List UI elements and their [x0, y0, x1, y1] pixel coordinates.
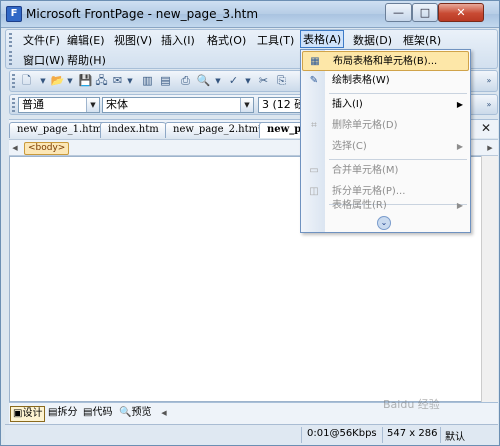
chevron-down-icon[interactable]: ▼	[126, 74, 134, 88]
menu-frames[interactable]: 框架(R)	[400, 31, 444, 49]
menu-view[interactable]: 视图(V)	[111, 31, 155, 49]
draw-table-icon: ✎	[309, 75, 319, 86]
tag-left-arrow-icon[interactable]: ◀	[10, 143, 20, 154]
chevron-down-icon[interactable]: ▼	[244, 74, 252, 88]
menu-item-label: 表格属性(R)	[332, 200, 387, 211]
chevron-down-icon[interactable]: ▼	[39, 74, 47, 88]
menu-item-label: 删除单元格(D)	[332, 120, 398, 131]
status-divider	[301, 427, 302, 443]
title-bar[interactable]: F Microsoft FrontPage - new_page_3.htm —…	[1, 1, 499, 28]
preview-icon[interactable]: 🔍	[196, 74, 211, 88]
menu-item-delete-cells[interactable]: ⌗ 删除单元格(D)	[302, 116, 469, 136]
close-tab-icon[interactable]: ✕	[479, 121, 493, 135]
font-dropdown[interactable]: 宋体 ▼	[102, 97, 254, 113]
menu-item-select[interactable]: 选择(C) ▶	[302, 137, 469, 157]
menu-item-table-properties[interactable]: 表格属性(R) ▶	[302, 196, 469, 216]
menu-help[interactable]: 帮助(H)	[64, 51, 109, 69]
code-view-button[interactable]: ▤代码	[81, 406, 114, 422]
spelling-icon[interactable]: ✓	[226, 74, 241, 88]
page-size: 547 x 286	[387, 428, 438, 439]
submenu-arrow-icon: ▶	[456, 201, 463, 210]
tab-new-page-1[interactable]: new_page_1.htm	[9, 122, 114, 138]
menu-window[interactable]: 窗口(W)	[20, 51, 67, 69]
submenu-arrow-icon: ▶	[456, 100, 463, 109]
new-page-icon[interactable]: 🗋	[19, 74, 34, 88]
menu-item-insert[interactable]: 插入(I) ▶	[302, 95, 469, 115]
menu-table[interactable]: 表格(A)	[300, 30, 345, 48]
mail-icon[interactable]: ✉	[110, 74, 125, 88]
menu-item-label: 合并单元格(M)	[332, 165, 399, 176]
toolbar-button-icon[interactable]: ▥	[140, 74, 155, 88]
font-value: 宋体	[106, 98, 128, 111]
menubar-grip-2[interactable]	[9, 51, 12, 66]
layout-table-icon: ▦	[310, 56, 320, 67]
chevron-down-icon[interactable]: ▼	[86, 98, 99, 112]
design-label: 设计	[22, 408, 43, 419]
copy-icon[interactable]: ⎘	[274, 74, 289, 88]
menubar-grip[interactable]	[9, 33, 12, 48]
menu-insert[interactable]: 插入(I)	[158, 31, 198, 49]
magnifier-icon: 🔍	[119, 407, 132, 418]
chevron-down-icon[interactable]: ▼	[214, 74, 222, 88]
submenu-arrow-icon: ▶	[456, 142, 463, 151]
menu-item-label: 绘制表格(W)	[332, 75, 390, 86]
menu-separator	[329, 93, 467, 94]
expand-menu-icon[interactable]: ⌄	[377, 216, 391, 230]
menu-item-layout-tables[interactable]: ▦ 布局表格和单元格(B)...	[302, 51, 469, 71]
menu-item-label: 布局表格和单元格(B)...	[333, 56, 438, 67]
style-dropdown[interactable]: 普通 ▼	[18, 97, 100, 113]
code-label: 代码	[92, 407, 113, 418]
menu-edit[interactable]: 编辑(E)	[64, 31, 108, 49]
menu-item-merge-cells[interactable]: ▭ 合并单元格(M)	[302, 161, 469, 181]
chevron-down-icon[interactable]: ▼	[66, 74, 74, 88]
cut-icon[interactable]: ✂	[256, 74, 271, 88]
delete-cells-icon: ⌗	[311, 120, 317, 131]
window-title: Microsoft FrontPage - new_page_3.htm	[26, 7, 259, 21]
split-label: 拆分	[57, 407, 78, 418]
toolbar-options-icon[interactable]: »	[484, 98, 494, 112]
frontpage-window: F Microsoft FrontPage - new_page_3.htm —…	[0, 0, 500, 446]
mode-indicator: 默认	[445, 432, 465, 443]
menu-separator	[329, 159, 467, 160]
close-button[interactable]: ✕	[438, 3, 484, 22]
body-tag[interactable]: <body>	[24, 142, 70, 155]
merge-cells-icon: ▭	[309, 165, 319, 176]
menu-item-draw-table[interactable]: ✎ 绘制表格(W)	[302, 71, 469, 91]
chevron-down-icon[interactable]: ▼	[240, 98, 253, 112]
tab-new-page-2[interactable]: new_page_2.htm*	[165, 122, 275, 138]
preview-label: 预览	[131, 407, 152, 418]
toolbar-grip[interactable]	[12, 74, 15, 88]
status-divider	[382, 427, 383, 443]
table-menu-dropdown: ▦ 布局表格和单元格(B)... ✎ 绘制表格(W) 插入(I) ▶ ⌗ 删除单…	[300, 49, 471, 233]
toolbar-options-icon[interactable]: »	[484, 74, 494, 88]
print-icon[interactable]: ⎙	[178, 74, 193, 88]
scroll-left-arrow-icon[interactable]: ◀	[159, 408, 169, 419]
menu-data[interactable]: 数据(D)	[350, 31, 395, 49]
menu-tools[interactable]: 工具(T)	[254, 31, 297, 49]
maximize-button[interactable]: □	[412, 3, 438, 22]
vertical-scrollbar[interactable]	[481, 156, 498, 402]
style-value: 普通	[22, 98, 44, 111]
save-icon[interactable]: 💾	[78, 74, 93, 88]
tag-right-arrow-icon[interactable]: ▶	[485, 143, 495, 154]
publish-icon[interactable]: 🖧	[94, 74, 109, 88]
open-folder-icon[interactable]: 📂	[50, 74, 65, 88]
split-view-button[interactable]: ▤拆分	[46, 406, 79, 422]
minimize-button[interactable]: —	[385, 3, 412, 22]
design-view-button[interactable]: ▣设计	[10, 406, 46, 422]
toolbar-button-icon[interactable]: ▤	[158, 74, 173, 88]
status-divider	[440, 427, 441, 443]
tab-index[interactable]: index.htm	[100, 122, 170, 138]
preview-view-button[interactable]: 🔍预览	[117, 406, 153, 422]
status-bar: 0:01@56Kbps 547 x 286 默认	[5, 424, 498, 445]
frontpage-icon: F	[6, 6, 22, 22]
menu-format[interactable]: 格式(O)	[204, 31, 249, 49]
watermark: Baidu 经验	[383, 398, 440, 411]
download-time: 0:01@56Kbps	[307, 428, 377, 439]
menu-item-label: 插入(I)	[332, 99, 363, 110]
toolbar-grip[interactable]	[12, 98, 15, 112]
menu-item-label: 选择(C)	[332, 141, 367, 152]
menu-file[interactable]: 文件(F)	[20, 31, 63, 49]
